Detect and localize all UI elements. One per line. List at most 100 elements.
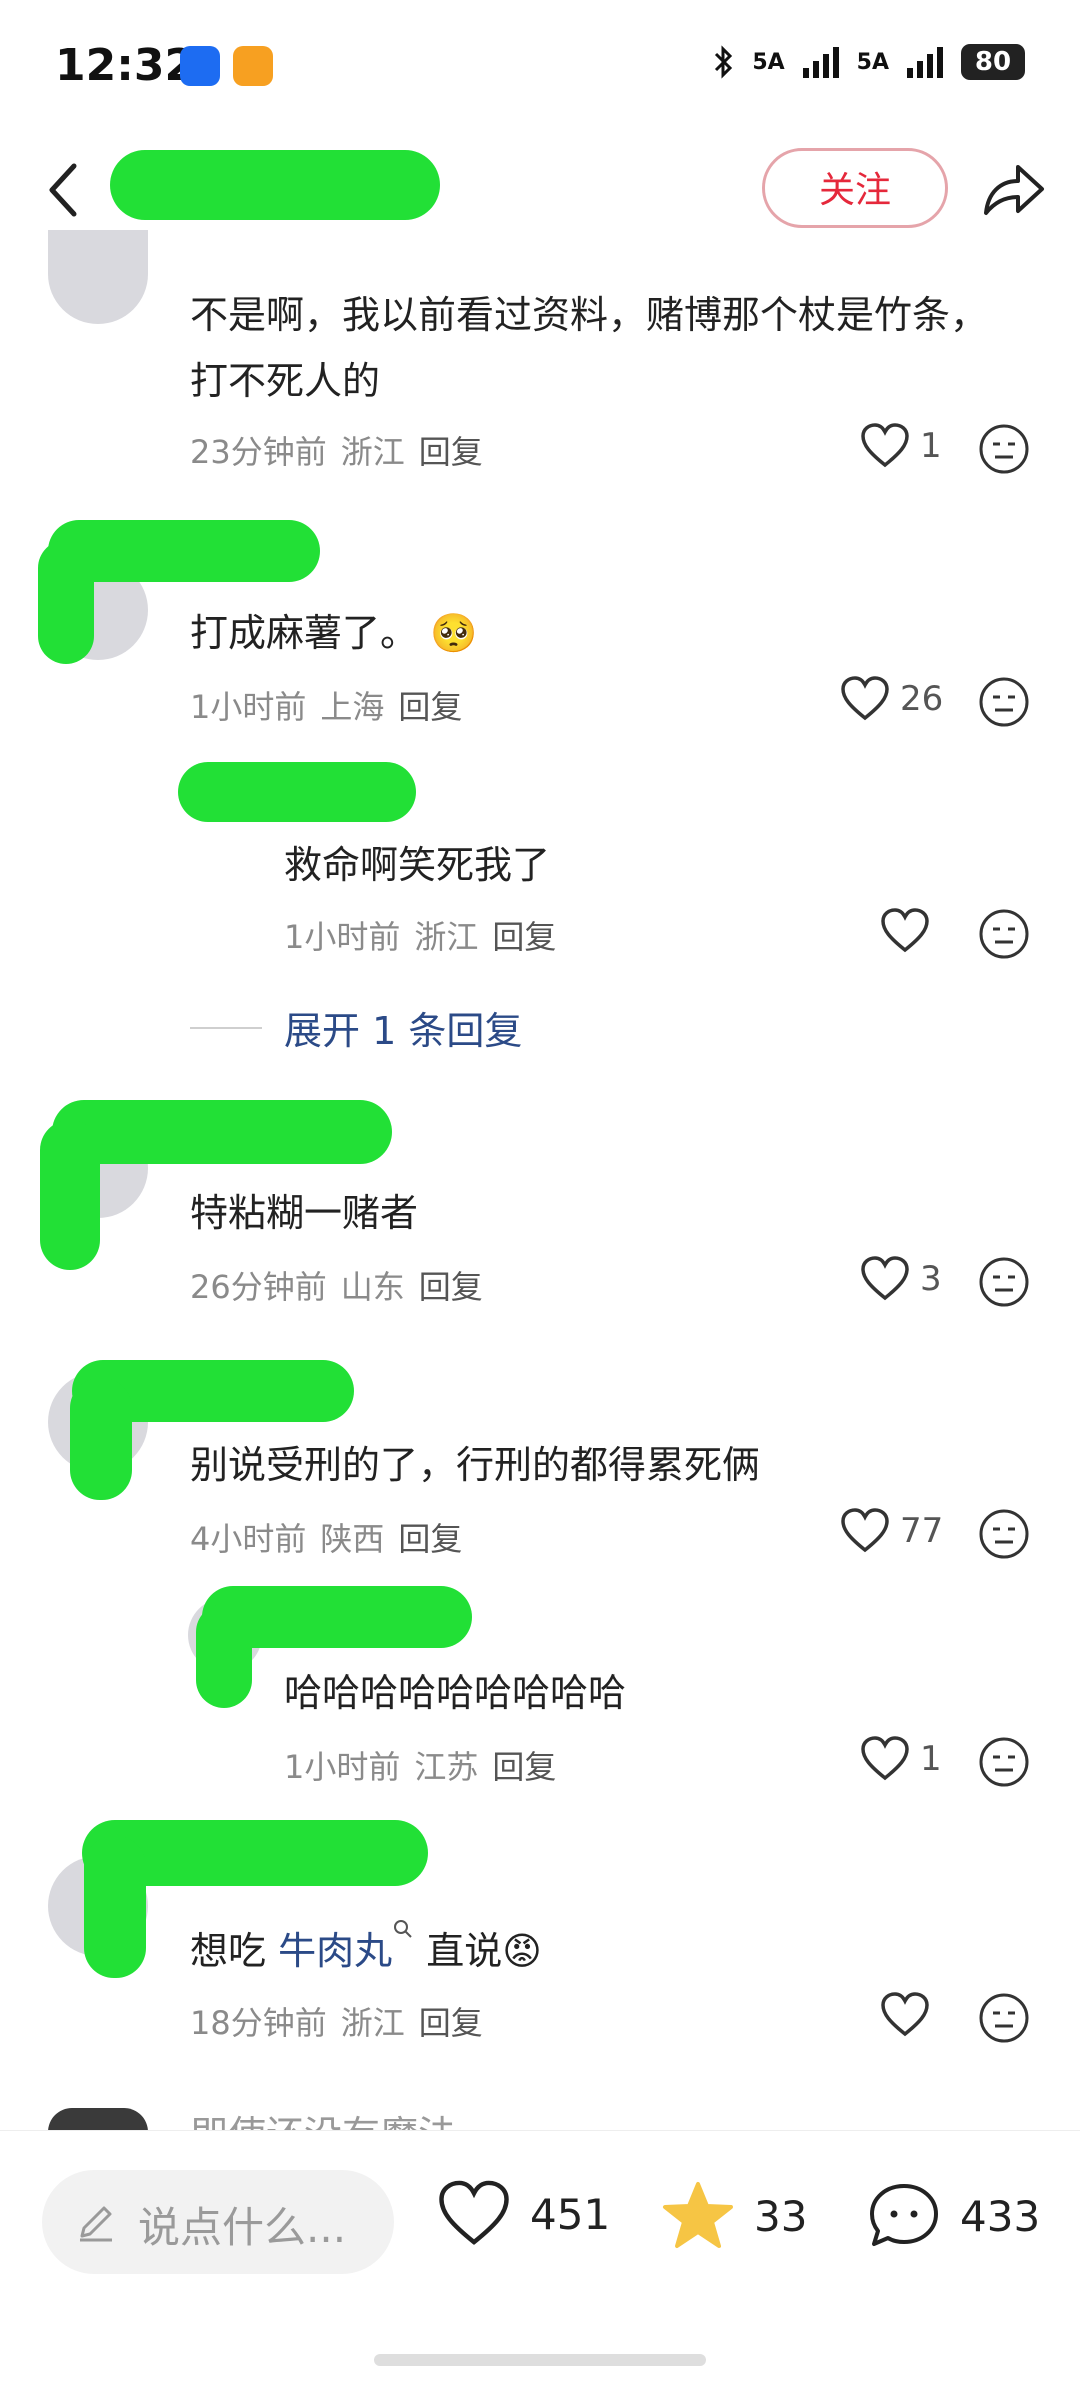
follow-button[interactable]: 关注 <box>762 148 948 228</box>
like-button[interactable]: 1 <box>860 1736 942 1782</box>
comment-text-body: 想吃 <box>190 1929 267 1973</box>
like-button[interactable]: 1 <box>860 423 942 469</box>
comment-time: 1小时前 <box>190 688 307 726</box>
search-link[interactable]: 牛肉丸 <box>278 1929 392 1973</box>
emoji: 😡 <box>502 1929 542 1973</box>
comment-time: 4小时前 <box>190 1520 307 1558</box>
username-redacted <box>178 762 416 822</box>
heart-icon <box>881 908 929 953</box>
heart-icon <box>861 1256 909 1301</box>
username-redacted <box>38 540 94 664</box>
pencil-icon <box>80 2206 112 2242</box>
dislike-emoji-icon[interactable] <box>978 676 1030 728</box>
comment-count: 433 <box>960 2191 1041 2241</box>
reply-button[interactable]: 回复 <box>398 1520 462 1558</box>
dislike-emoji-icon[interactable] <box>978 1992 1030 2044</box>
author-redacted[interactable] <box>110 150 440 220</box>
heart-icon <box>861 423 909 468</box>
battery-icon: 80 <box>961 44 1025 80</box>
expand-replies-link[interactable]: 展开 1 条回复 <box>284 1000 522 1055</box>
reply-button[interactable]: 回复 <box>492 1748 556 1786</box>
comment-meta: 26分钟前 山东 回复 <box>190 1262 483 1308</box>
comment-text: 打成麻薯了。 🥺 <box>190 600 477 666</box>
network-type-2: 5A <box>856 49 889 75</box>
like-button[interactable] <box>880 1992 940 2038</box>
notification-app-icon <box>233 46 273 86</box>
heart-icon <box>881 1992 929 2037</box>
like-count: 77 <box>900 1511 944 1551</box>
reply-button[interactable]: 回复 <box>419 2004 483 2042</box>
like-count: 26 <box>900 679 944 719</box>
comment-location: 浙江 <box>340 433 405 471</box>
network-type-1: 5A <box>752 49 785 75</box>
comment-input-placeholder: 说点什么... <box>138 2203 347 2252</box>
comment-text-body: 直说 <box>426 1929 503 1973</box>
star-icon <box>663 2182 733 2248</box>
username-redacted <box>52 1100 392 1164</box>
username-redacted <box>70 1378 132 1500</box>
status-icons: 5A 5A 80 <box>712 44 1025 80</box>
comment-time: 26分钟前 <box>190 1268 327 1306</box>
username-redacted <box>196 1604 252 1708</box>
like-count: 1 <box>920 1739 942 1779</box>
avatar[interactable] <box>48 2108 148 2132</box>
comment-location: 浙江 <box>414 918 479 956</box>
comment-meta: 18分钟前 浙江 回复 <box>190 1998 483 2044</box>
like-count: 451 <box>530 2189 611 2239</box>
comment-bubble-icon <box>870 2184 938 2246</box>
comment-location: 江苏 <box>414 1748 479 1786</box>
like-button[interactable]: 77 <box>840 1508 943 1554</box>
heart-icon <box>439 2180 509 2245</box>
comment-meta: 1小时前 上海 回复 <box>190 682 462 728</box>
comment-location: 陕西 <box>320 1520 385 1558</box>
favorite-count: 33 <box>754 2191 808 2241</box>
like-count: 3 <box>920 1259 942 1299</box>
comment-time: 18分钟前 <box>190 2004 327 2042</box>
expand-divider <box>190 1027 262 1029</box>
comment-time: 1小时前 <box>284 1748 401 1786</box>
dislike-emoji-icon[interactable] <box>978 908 1030 960</box>
dislike-emoji-icon[interactable] <box>978 1508 1030 1560</box>
reply-button[interactable]: 回复 <box>398 688 462 726</box>
emoji: 🥺 <box>430 611 478 655</box>
comment-text: 不是啊，我以前看过资料，赌博那个杖是竹条，打不死人的 <box>190 293 989 403</box>
dislike-emoji-icon[interactable] <box>978 1256 1030 1308</box>
favorite-button[interactable]: 33 <box>660 2180 807 2252</box>
comment-text-body: 打成麻薯了。 <box>190 611 419 655</box>
comment-text: 特粘糊一赌者 <box>190 1191 419 1235</box>
heart-icon <box>841 676 889 721</box>
like-button[interactable] <box>880 908 940 954</box>
like-post-button[interactable]: 451 <box>436 2180 610 2248</box>
back-button[interactable] <box>40 160 88 220</box>
comment-text: 救命啊笑死我了 <box>284 843 551 887</box>
signal-icon <box>802 47 839 78</box>
heart-icon <box>861 1736 909 1781</box>
share-button[interactable] <box>978 155 1048 225</box>
dislike-emoji-icon[interactable] <box>978 423 1030 475</box>
comments-button[interactable]: 433 <box>866 2180 1040 2252</box>
avatar[interactable] <box>48 230 148 324</box>
signal-icon <box>907 47 943 78</box>
reply-button[interactable]: 回复 <box>419 433 483 471</box>
comment-input[interactable]: 说点什么... <box>42 2170 394 2274</box>
status-time: 12:32 <box>55 40 196 91</box>
comment-meta: 4小时前 陕西 回复 <box>190 1514 462 1560</box>
reply-button[interactable]: 回复 <box>419 1268 483 1306</box>
search-icon[interactable] <box>392 1918 414 1940</box>
comment-location: 山东 <box>340 1268 405 1306</box>
comment-location: 上海 <box>320 688 385 726</box>
like-count: 1 <box>920 426 942 466</box>
comment-text: 即使还没有魔法 <box>190 2102 456 2132</box>
reply-button[interactable]: 回复 <box>492 918 556 956</box>
comment-location: 浙江 <box>340 2004 405 2042</box>
comment-meta: 1小时前 浙江 回复 <box>284 912 556 958</box>
like-button[interactable]: 26 <box>840 676 943 722</box>
comment-meta: 23分钟前 浙江 回复 <box>190 427 483 473</box>
like-button[interactable]: 3 <box>860 1256 942 1302</box>
comment-time: 23分钟前 <box>190 433 327 471</box>
comment-text: 别说受刑的了，行刑的都得累死俩 <box>190 1443 761 1487</box>
home-indicator[interactable] <box>374 2354 706 2366</box>
comment-text: 想吃 牛肉丸 直说😡 <box>190 1918 542 1984</box>
dislike-emoji-icon[interactable] <box>978 1736 1030 1788</box>
comment-text: 哈哈哈哈哈哈哈哈哈 <box>284 1671 627 1715</box>
